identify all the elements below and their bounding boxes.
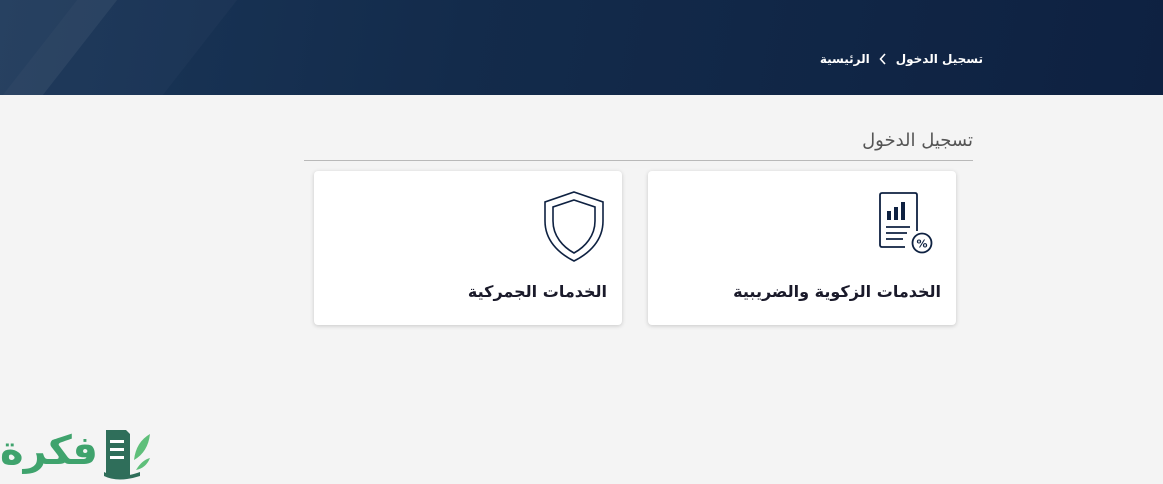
breadcrumb-current: تسجيل الدخول bbox=[895, 52, 983, 66]
shield-icon bbox=[544, 191, 604, 267]
tax-report-icon: % bbox=[877, 191, 937, 261]
watermark-text: فكرة bbox=[0, 428, 98, 474]
book-leaf-icon bbox=[100, 420, 152, 484]
login-section: تسجيل الدخول bbox=[304, 128, 973, 161]
svg-text:%: % bbox=[916, 238, 927, 251]
breadcrumb-home-link[interactable]: الرئيسية bbox=[820, 52, 870, 66]
customs-services-card[interactable]: الخدمات الجمركية bbox=[314, 171, 622, 325]
card-label: الخدمات الزكوية والضريبية bbox=[733, 282, 941, 301]
breadcrumb: الرئيسية تسجيل الدخول bbox=[820, 52, 983, 66]
zakat-tax-services-card[interactable]: % الخدمات الزكوية والضريبية bbox=[648, 171, 956, 325]
card-label: الخدمات الجمركية bbox=[467, 282, 607, 301]
section-title: تسجيل الدخول bbox=[304, 128, 973, 161]
watermark-logo: فكرة bbox=[0, 418, 155, 481]
page-header: الرئيسية تسجيل الدخول bbox=[0, 0, 1163, 95]
chevron-left-icon bbox=[879, 53, 887, 65]
